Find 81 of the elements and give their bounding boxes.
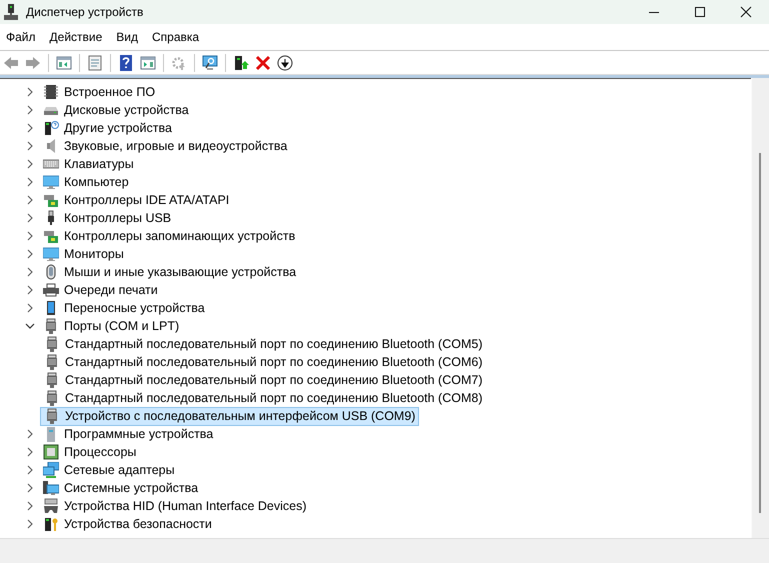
- chevron-right-icon[interactable]: [25, 447, 35, 457]
- chevron-right-icon[interactable]: [25, 501, 35, 511]
- chevron-right-icon[interactable]: [25, 231, 35, 241]
- tree-item[interactable]: Устройства HID (Human Interface Devices): [39, 496, 311, 516]
- computer-icon: [4, 4, 18, 20]
- chevron-right-icon[interactable]: [25, 87, 35, 97]
- tree-item[interactable]: Клавиатуры: [39, 154, 138, 174]
- key-icon: [43, 516, 59, 532]
- close-icon: [740, 6, 752, 18]
- tree-item[interactable]: Контроллеры IDE ATA/ATAPI: [39, 190, 234, 210]
- monitor-search-icon: [202, 54, 218, 70]
- tree-item[interactable]: Компьютер: [39, 172, 133, 192]
- port-connector-icon: [43, 318, 59, 334]
- chevron-right-icon[interactable]: [25, 105, 35, 115]
- port-connector-icon: [44, 408, 60, 424]
- tree-item[interactable]: Очереди печати: [39, 280, 162, 300]
- tree-item[interactable]: Контроллеры запоминающих устройств: [39, 226, 300, 246]
- tree-item[interactable]: Другие устройства: [39, 118, 176, 138]
- chevron-right-icon[interactable]: [25, 177, 35, 187]
- chevron-right-icon[interactable]: [25, 519, 35, 529]
- chevron-right-icon[interactable]: [25, 465, 35, 475]
- tree-item[interactable]: Дисковые устройства: [39, 100, 193, 120]
- maximize-icon: [694, 6, 706, 18]
- port-connector-icon: [44, 372, 60, 388]
- window-panel-icon: [56, 54, 72, 70]
- tree-item[interactable]: Сетевые адаптеры: [39, 460, 179, 480]
- system-icon: [43, 480, 59, 496]
- chevron-right-icon[interactable]: [25, 141, 35, 151]
- chevron-right-icon[interactable]: [25, 267, 35, 277]
- tree-item[interactable]: Переносные устройства: [39, 298, 209, 318]
- chevron-down-icon[interactable]: [25, 321, 35, 331]
- chevron-right-icon[interactable]: [25, 213, 35, 223]
- tree-item[interactable]: Звуковые, игровые и видеоустройства: [39, 136, 292, 156]
- tree-item[interactable]: Устройства безопасности: [39, 514, 216, 534]
- controller-card-icon: [43, 228, 59, 244]
- chevron-right-icon[interactable]: [25, 303, 35, 313]
- tree-item[interactable]: Контроллеры USB: [39, 208, 176, 228]
- arrow-right-icon: [25, 54, 41, 70]
- tree-item[interactable]: Стандартный последовательный порт по соединению Bluetooth (COM5): [40, 334, 486, 354]
- menu-item[interactable]: Вид: [110, 30, 146, 44]
- processor-icon: [43, 444, 59, 460]
- tree-item[interactable]: Встроенное ПО: [39, 82, 160, 102]
- menu-item[interactable]: Справка: [146, 30, 208, 44]
- scrollbar[interactable]: [751, 78, 769, 538]
- tree-item[interactable]: Стандартный последовательный порт по соединению Bluetooth (COM7): [40, 370, 486, 390]
- chevron-right-icon[interactable]: [25, 285, 35, 295]
- chevron-right-icon[interactable]: [25, 195, 35, 205]
- device-arrow-icon: [233, 54, 249, 70]
- menu-item[interactable]: Файл: [0, 30, 44, 44]
- chevron-right-icon[interactable]: [25, 429, 35, 439]
- port-connector-icon: [44, 390, 60, 406]
- chevron-right-icon[interactable]: [25, 159, 35, 169]
- port-connector-icon: [44, 354, 60, 370]
- window-title: Диспетчер устройств: [26, 5, 144, 19]
- monitor-icon: [43, 174, 59, 190]
- tree-item[interactable]: Мыши и иные указывающие устройства: [39, 262, 300, 282]
- chevron-right-icon[interactable]: [25, 123, 35, 133]
- arrow-left-icon: [3, 54, 19, 70]
- menu-item[interactable]: Действие: [44, 30, 110, 44]
- help-icon: [118, 54, 134, 70]
- document-icon: [87, 54, 103, 70]
- delete-icon: [255, 54, 271, 70]
- chevron-right-icon[interactable]: [25, 249, 35, 259]
- monitor-icon: [43, 246, 59, 262]
- port-connector-icon: [44, 336, 60, 352]
- tree-item[interactable]: Системные устройства: [39, 478, 202, 498]
- tree-item[interactable]: Процессоры: [39, 442, 140, 462]
- device-question-icon: [43, 120, 59, 136]
- tree-item[interactable]: Стандартный последовательный порт по соединению Bluetooth (COM8): [40, 388, 486, 408]
- printer-icon: [43, 282, 59, 298]
- controller-card-icon: [43, 192, 59, 208]
- arrow-down-circle-icon: [277, 54, 293, 70]
- tree-item[interactable]: Устройство с последовательным интерфейсом USB (COM9): [40, 406, 420, 426]
- chevron-right-icon[interactable]: [25, 483, 35, 493]
- window-panel-icon: [140, 54, 156, 70]
- tree-item[interactable]: Программные устройства: [39, 424, 218, 444]
- chip-icon: [43, 84, 59, 100]
- tree-item[interactable]: Порты (COM и LPT): [39, 316, 184, 336]
- tree-item[interactable]: Стандартный последовательный порт по соединению Bluetooth (COM6): [40, 352, 486, 372]
- tree-item[interactable]: Мониторы: [39, 244, 128, 264]
- network-icon: [43, 462, 59, 478]
